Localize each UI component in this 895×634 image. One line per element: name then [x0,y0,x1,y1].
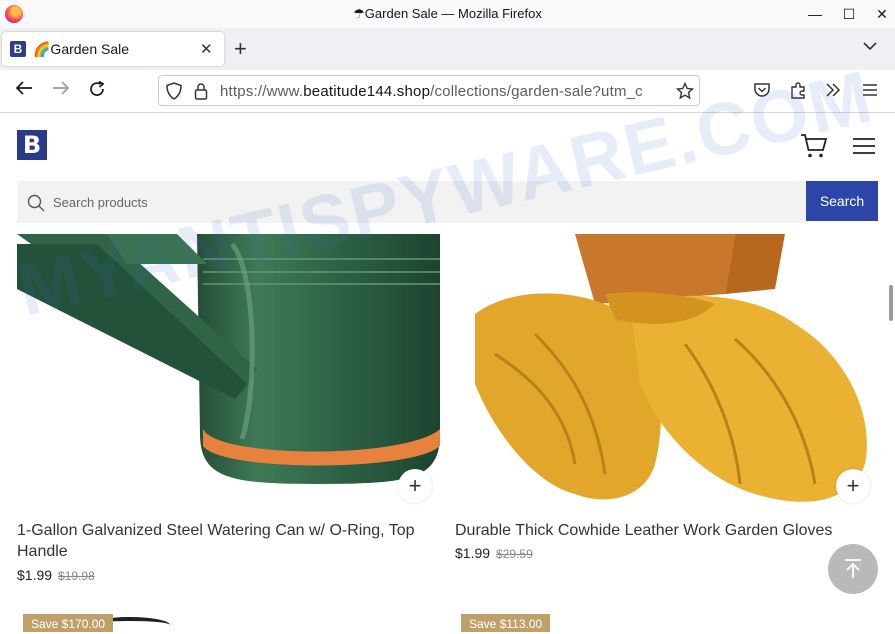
site-logo[interactable]: B [17,130,47,160]
quick-add-button[interactable]: + [398,469,432,503]
search-button[interactable]: Search [806,181,878,221]
tracking-protection-shield-icon[interactable] [166,82,182,105]
product-compare-price: $29.59 [496,547,533,561]
list-all-tabs-chevron-icon[interactable] [863,38,877,56]
back-button[interactable] [15,80,33,101]
url-text[interactable]: https://www.beatitude144.shop/collection… [220,83,672,100]
save-badge: Save $113.00 [461,614,551,632]
save-badge: Save $170.00 [23,614,114,632]
close-window-button[interactable]: ✕ [862,0,895,28]
search-icon [27,194,45,217]
product-price-row: $1.99 $29.59 [455,545,533,563]
product-title[interactable]: 1-Gallon Galvanized Steel Watering Can w… [17,520,437,562]
tab-title: 🌈Garden Sale [33,41,130,57]
reload-button[interactable] [88,80,106,103]
product-price-row: $1.99 $19.98 [17,567,95,585]
tab-close-icon[interactable]: ✕ [200,40,213,58]
quick-add-button[interactable]: + [836,469,870,503]
product-compare-price: $19.98 [58,569,95,583]
window-title: ☂Garden Sale — Mozilla Firefox [353,6,542,21]
scroll-to-top-button[interactable] [828,544,878,594]
lock-icon[interactable] [194,82,208,105]
product-price: $1.99 [17,567,53,583]
product-image-leather-gloves[interactable] [455,234,878,510]
new-tab-button[interactable]: + [234,36,247,62]
tab-favicon-icon: B [10,41,26,57]
forward-button[interactable] [52,80,70,101]
product-title[interactable]: Durable Thick Cowhide Leather Work Garde… [455,520,875,541]
page-scrollbar[interactable] [889,285,893,321]
search-input-placeholder[interactable]: Search products [53,195,148,210]
product-price: $1.99 [455,545,491,561]
